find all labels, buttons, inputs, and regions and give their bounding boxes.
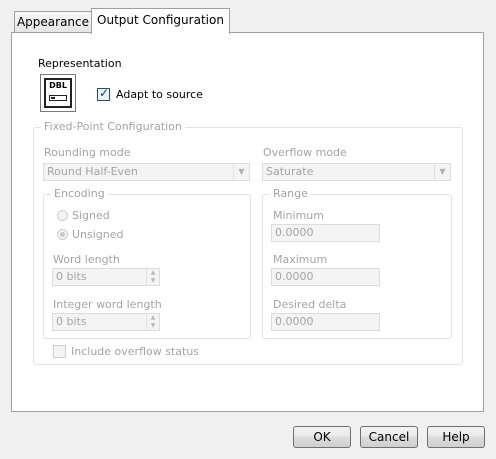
encoding-group-title: Encoding	[51, 187, 108, 200]
word-length-value: 0 bits	[56, 270, 87, 283]
rounding-mode-label: Rounding mode	[44, 146, 131, 159]
desired-delta-label: Desired delta	[273, 298, 347, 311]
word-length-field[interactable]: 0 bits ▲ ▼	[52, 268, 160, 286]
include-overflow-status-label: Include overflow status	[71, 345, 200, 358]
maximum-field[interactable]: 0.0000	[271, 268, 380, 286]
overflow-mode-select[interactable]: Saturate ▼	[262, 163, 451, 181]
integer-word-length-value: 0 bits	[56, 315, 87, 328]
minimum-field[interactable]: 0.0000	[271, 224, 380, 242]
range-group-title: Range	[270, 187, 311, 200]
adapt-to-source-label: Adapt to source	[116, 88, 203, 101]
word-length-stepper[interactable]: ▲ ▼	[146, 269, 159, 285]
maximum-value: 0.0000	[275, 270, 314, 283]
panel-content: Representation DBL Adapt to source Fixed…	[0, 0, 496, 459]
signed-radio[interactable]	[57, 210, 68, 221]
integer-word-length-stepper[interactable]: ▲ ▼	[146, 314, 159, 330]
minimum-value: 0.0000	[275, 226, 314, 239]
adapt-to-source-checkbox[interactable]	[97, 86, 110, 101]
unsigned-label: Unsigned	[72, 228, 124, 241]
dbl-numeric-icon: DBL	[44, 78, 72, 108]
rounding-mode-select[interactable]: Round Half-Even ▼	[43, 163, 250, 181]
desired-delta-field[interactable]: 0.0000	[271, 313, 380, 331]
spin-down-icon: ▼	[150, 322, 156, 329]
overflow-mode-label: Overflow mode	[263, 146, 347, 159]
word-length-label: Word length	[53, 253, 120, 266]
numeric-bar-glyph	[49, 95, 67, 101]
integer-word-length-field[interactable]: 0 bits ▲ ▼	[52, 313, 160, 331]
spin-up-icon: ▲	[150, 314, 156, 321]
fixed-point-group-title: Fixed-Point Configuration	[41, 120, 185, 133]
unsigned-radio[interactable]	[57, 229, 68, 240]
representation-icon-text: DBL	[49, 81, 67, 90]
signed-label: Signed	[72, 209, 110, 222]
integer-word-length-label: Integer word length	[53, 298, 162, 311]
minimum-label: Minimum	[273, 209, 324, 222]
spin-up-icon: ▲	[150, 269, 156, 276]
rounding-mode-value: Round Half-Even	[47, 165, 138, 178]
overflow-mode-value: Saturate	[266, 165, 314, 178]
chevron-down-icon: ▼	[233, 164, 249, 180]
spin-down-icon: ▼	[150, 277, 156, 284]
desired-delta-value: 0.0000	[275, 315, 314, 328]
representation-label: Representation	[38, 57, 122, 70]
representation-button[interactable]: DBL	[40, 74, 76, 112]
chevron-down-icon: ▼	[434, 164, 450, 180]
include-overflow-status-checkbox[interactable]	[53, 345, 66, 358]
maximum-label: Maximum	[273, 253, 328, 266]
